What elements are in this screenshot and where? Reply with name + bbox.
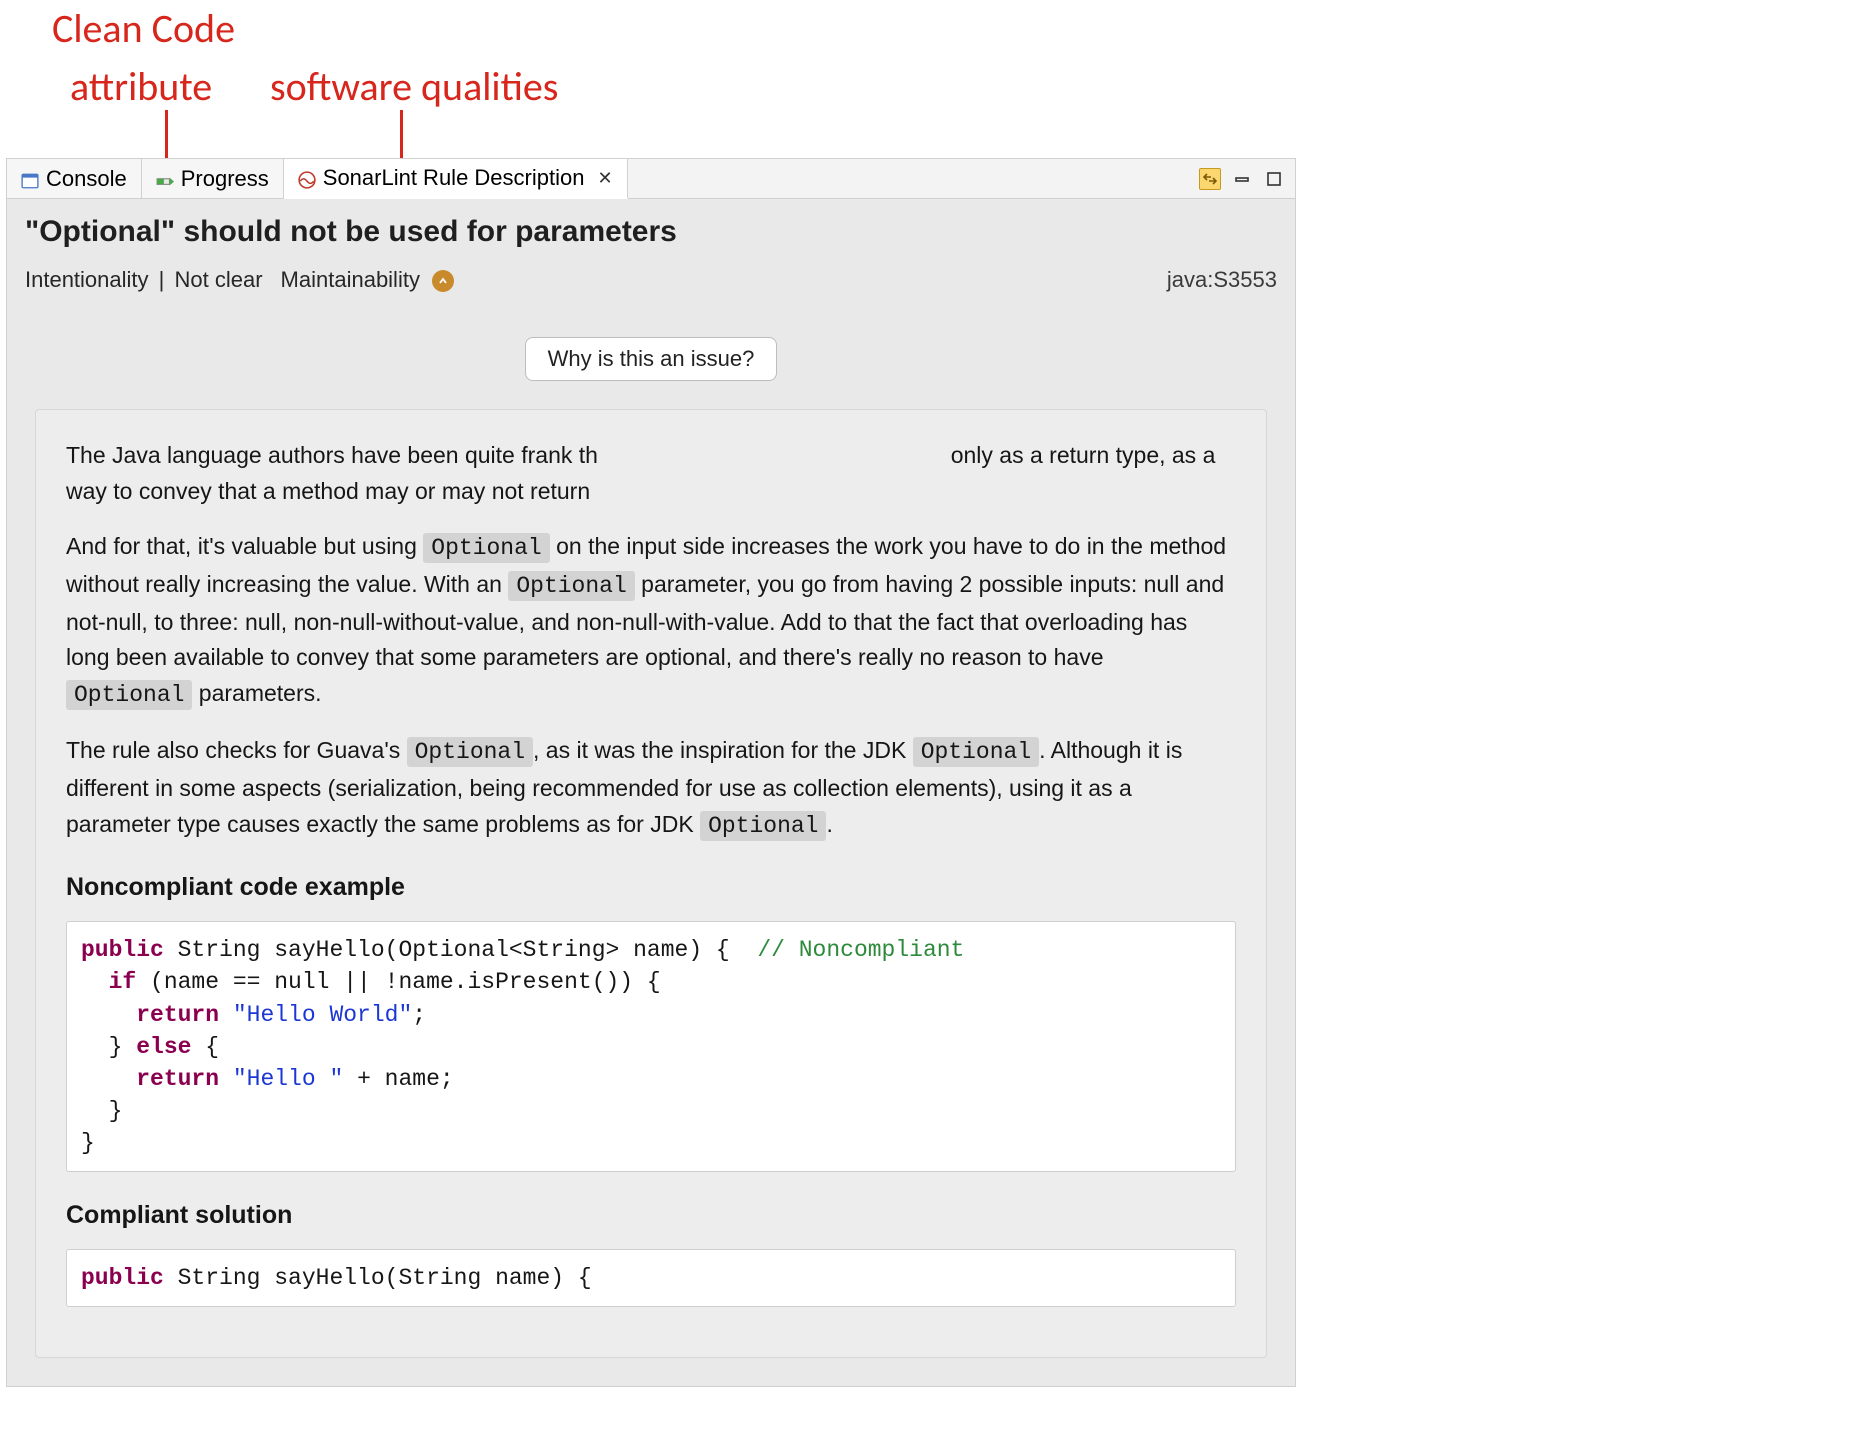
noncompliant-code-block: public String sayHello(Optional<String> … <box>66 921 1236 1172</box>
tab-why-issue[interactable]: Why is this an issue? <box>525 337 778 381</box>
kw: public <box>81 937 164 963</box>
sonarlint-icon <box>298 169 316 187</box>
text: } <box>81 1034 136 1060</box>
annotation-clean-code: Clean Code <box>52 4 235 53</box>
code-optional: Optional <box>66 680 192 710</box>
code-optional: Optional <box>508 571 634 601</box>
kw: public <box>81 1265 164 1291</box>
text: , as it was the inspiration for the JDK <box>533 737 913 763</box>
text: String sayHello(Optional<String> name) { <box>164 937 758 963</box>
code-optional: Optional <box>407 737 533 767</box>
severity-medium-icon <box>432 270 454 292</box>
code-optional: Optional <box>423 533 549 563</box>
separator: | <box>159 267 165 292</box>
rule-paragraph-2: And for that, it's valuable but using Op… <box>66 529 1236 713</box>
text: String sayHello(String name) { <box>164 1265 592 1291</box>
code-optional: Optional <box>700 811 826 841</box>
comment: // Noncompliant <box>757 937 964 963</box>
text: { <box>191 1034 219 1060</box>
text: + name; <box>343 1066 453 1092</box>
tab-sonarlint-rule[interactable]: SonarLint Rule Description ✕ <box>284 159 628 199</box>
console-icon <box>21 170 39 188</box>
text: . <box>826 811 832 837</box>
rule-body: The Java language authors have been quit… <box>35 409 1267 1358</box>
text: And for that, it's valuable but using <box>66 533 423 559</box>
rule-tags: Intentionality | Not clear Maintainabili… <box>25 267 454 293</box>
text: } <box>81 1130 95 1156</box>
kw: if <box>81 969 136 995</box>
kw: return <box>81 1002 219 1028</box>
text: The rule also checks for Guava's <box>66 737 407 763</box>
rule-paragraph-3: The rule also checks for Guava's Optiona… <box>66 733 1236 844</box>
heading-compliant: Compliant solution <box>66 1196 1236 1235</box>
link-with-editor-icon[interactable] <box>1199 168 1221 190</box>
clean-code-attribute-value: Not clear <box>175 267 263 292</box>
minimize-icon[interactable] <box>1231 168 1253 190</box>
string: "Hello " <box>219 1066 343 1092</box>
tab-progress[interactable]: Progress <box>142 159 284 198</box>
compliant-code-block: public String sayHello(String name) { <box>66 1249 1236 1307</box>
ide-bottom-panel: Console Progress SonarLint Rule Descript… <box>6 158 1296 1387</box>
rule-meta-row: Intentionality | Not clear Maintainabili… <box>25 267 1277 293</box>
tab-console[interactable]: Console <box>7 159 142 198</box>
tab-progress-label: Progress <box>181 166 269 192</box>
clean-code-attribute-group: Intentionality <box>25 267 149 292</box>
kw: else <box>136 1034 191 1060</box>
text: ; <box>412 1002 426 1028</box>
annotation-attribute: attribute <box>70 62 212 111</box>
rule-body-wrapper: The Java language authors have been quit… <box>7 381 1295 1386</box>
rule-title: "Optional" should not be used for parame… <box>25 215 1277 249</box>
rule-header: "Optional" should not be used for parame… <box>7 199 1295 313</box>
tab-console-label: Console <box>46 166 127 192</box>
panel-toolbar <box>1199 159 1295 198</box>
rule-key: java:S3553 <box>1167 267 1277 293</box>
heading-noncompliant: Noncompliant code example <box>66 868 1236 907</box>
annotation-software-qualities: software qualities <box>270 62 558 111</box>
panel-tab-strip: Console Progress SonarLint Rule Descript… <box>7 159 1295 199</box>
text: parameters. <box>192 680 321 706</box>
rule-paragraph-1: The Java language authors have been quit… <box>66 438 1236 509</box>
string: "Hello World" <box>219 1002 412 1028</box>
code-optional: Optional <box>913 737 1039 767</box>
close-icon[interactable]: ✕ <box>591 168 612 189</box>
text: The Java language authors have been quit… <box>66 442 598 468</box>
text: } <box>81 1098 122 1124</box>
progress-icon <box>156 170 174 188</box>
tab-sonarlint-label: SonarLint Rule Description <box>323 165 585 191</box>
kw: return <box>81 1066 219 1092</box>
rule-section-tabs: Why is this an issue? <box>7 313 1295 381</box>
software-quality: Maintainability <box>281 267 420 292</box>
text: (name == null || !name.isPresent()) { <box>136 969 661 995</box>
maximize-icon[interactable] <box>1263 168 1285 190</box>
